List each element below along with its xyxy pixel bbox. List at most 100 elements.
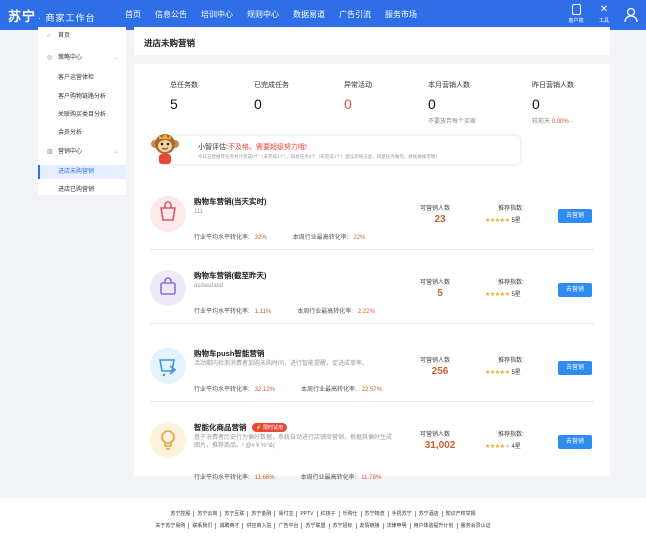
footer-link[interactable]: 苏宁互联 — [221, 511, 249, 517]
monkey-mascot-icon — [151, 134, 179, 164]
sidebar-item[interactable]: 进店未购营销 — [38, 165, 126, 179]
footer-link[interactable]: 广告平台 — [275, 523, 303, 529]
avg-rate-value: 32% — [254, 235, 267, 241]
avg-rate-value: 11.66% — [254, 475, 275, 481]
footer-row-2: 关于苏宁易购 联系我们 诚聘英才 供应商入驻 广告平台 苏宁联盟 苏宁招标 友情链接 法律申明用… — [0, 522, 646, 529]
campaign-name-row: 购物车push智能营销 — [194, 348, 264, 359]
footer-link[interactable]: PPTV — [297, 511, 318, 517]
campaign-rates: 行业平均水平转化率: 32% 本周行业最高转化率: 22% — [194, 232, 365, 241]
sidebar-item[interactable]: 客户运营体检 — [38, 71, 126, 85]
footer-link[interactable]: 苏宁联盟 — [302, 523, 330, 529]
star-icon: ★ — [504, 370, 510, 376]
nav-item[interactable]: 首页 — [118, 0, 148, 30]
star-level: 5星 — [511, 218, 521, 224]
campaign-description: 活动期内检测消费者加购未购时间，进行智能提醒，促进成单率。 — [194, 361, 369, 367]
stat-value: 0 — [344, 96, 352, 112]
footer-link[interactable]: 诚聘英才 — [216, 523, 244, 529]
avg-rate-label: 行业平均水平转化率: — [194, 475, 250, 481]
star-level: 4星 — [511, 444, 521, 450]
max-rate-label: 本周行业最高转化率: — [300, 475, 357, 481]
sidebar-item[interactable]: 会员分析 — [38, 126, 126, 140]
campaign-name: 智能化商品营销 — [194, 423, 247, 432]
client-tool[interactable]: 客户端 — [566, 4, 586, 24]
sidebar-item-label: 进店未购营销 — [58, 169, 95, 175]
logo-text: 苏宁 — [8, 9, 37, 24]
star-rating: ★★★★★ 5星 — [485, 289, 521, 298]
stat-note: 不要放弃每个买家 — [428, 119, 477, 125]
compass-icon: ◎ — [47, 55, 53, 61]
assessment-prefix: 小智评估: — [198, 144, 228, 151]
star-icon: ★ — [504, 292, 510, 298]
sidebar-item[interactable]: ▥ 营销中心 ︿ — [38, 145, 126, 159]
nav-item[interactable]: 规则中心 — [240, 0, 286, 30]
max-rate-label: 本周行业最高转化率: — [301, 387, 357, 393]
note-value: 0.00% — [551, 119, 569, 125]
sidebar-item[interactable]: 关联购买类目分析 — [38, 108, 126, 122]
index-label: 推荐指数: — [498, 358, 524, 364]
sidebar-item[interactable]: 进店已购营销 — [38, 183, 126, 197]
user-icon[interactable] — [624, 7, 638, 23]
max-rate-value: 11.78% — [361, 475, 382, 481]
footer-link[interactable]: 法律申明 — [383, 523, 411, 529]
campaign-description: 基于消费者历史行为偏好数据，系统自动进行店铺商营销，根据其偏好生成图片，推荐商品… — [194, 435, 393, 449]
footer-link[interactable]: 苏宁金融 — [248, 511, 276, 517]
max-rate-value: 22.57% — [361, 387, 383, 393]
sidebar-item[interactable]: ◎ 策略中心 ︿ — [38, 51, 126, 65]
note-prefix: 较前天 — [532, 119, 551, 125]
go-marketing-button[interactable]: 去营销 — [558, 361, 592, 375]
stat-label: 异常活动 — [344, 82, 372, 89]
cart-icon — [150, 196, 186, 232]
tools-tool[interactable]: ✕ 工具 — [594, 4, 614, 24]
campaign-list: 购物车营销(当天实时) 111 行业平均水平转化率: 32% 本周行业最高转化率: 22%… — [134, 176, 610, 481]
nav-item[interactable]: 数据易道 — [286, 0, 332, 30]
sidebar: ⌂ 首页 ◎ 策略中心 ︿ 客户运营体检 客户购物链路分析关联购买类目分析会员分析 ▥ 营销中心… — [38, 27, 126, 195]
campaign-card: 购物车营销(截至昨天) asdasdasd 行业平均水平转化率: 1.11% 本周行业最… — [150, 250, 594, 324]
footer-link[interactable]: 联系我们 — [189, 523, 217, 529]
campaign-name-row: 购物车营销(截至昨天) — [194, 270, 267, 281]
footer-link[interactable]: 红孩子 — [317, 511, 340, 517]
home-icon: ⌂ — [47, 33, 51, 39]
assessment-detail: 今日五星推荐任务共计完成0个（未完成4个），四星任务0个（未完成1个）建议您将五… — [198, 154, 440, 159]
footer-link[interactable]: 苏宁物流 — [361, 511, 389, 517]
sellable-count: 23 — [434, 214, 446, 225]
assessment-box: 小智评估:不及格。需要超级努力哦! 今日五星推荐任务共计完成0个（未完成4个），… — [151, 134, 520, 164]
footer-link[interactable]: 苏宁酒店 — [415, 511, 443, 517]
go-marketing-button[interactable]: 去营销 — [558, 435, 592, 449]
sidebar-item[interactable]: ⌂ 首页 — [38, 29, 126, 43]
footer-link[interactable]: 知识产权举报 — [443, 511, 479, 517]
sidebar-item-label: 策略中心 — [58, 55, 83, 61]
stat-note: 较前天 0.00% - — [532, 116, 574, 125]
chevron-up-icon: ︿ — [112, 55, 118, 61]
star-rating: ★★★★★ 4星 — [485, 441, 521, 450]
max-rate-value: 2.22% — [357, 309, 375, 315]
footer-link[interactable]: 手机苏宁 — [388, 511, 416, 517]
star-icon: ★ — [504, 444, 510, 450]
top-bar: 苏宁 · 商家工作台 首页 信息公告 培训中心 规则中心 数据易道 广告引流 服务市场 客户端… — [0, 0, 646, 30]
footer-link[interactable]: 乐购仕 — [339, 511, 362, 517]
footer-link[interactable]: 友情链接 — [356, 523, 384, 529]
go-marketing-button[interactable]: 去营销 — [558, 283, 592, 297]
footer-link[interactable]: 易付宝 — [275, 511, 298, 517]
tools-label: 工具 — [598, 18, 609, 24]
footer-link[interactable]: 关于苏宁易购 — [152, 523, 190, 529]
nav-item[interactable]: 培训中心 — [194, 0, 240, 30]
nav-item[interactable]: 服务市场 — [378, 0, 424, 30]
sellable-label: 可营销人数 — [420, 432, 451, 438]
star-icon: ★ — [504, 218, 510, 224]
star-level: 5星 — [511, 370, 521, 376]
footer-link[interactable]: 用户体验提升计划 — [410, 523, 458, 529]
push-cart-icon — [150, 348, 186, 384]
logo[interactable]: 苏宁 · 商家工作台 — [8, 6, 96, 25]
footer-link[interactable]: 供应商入驻 — [243, 523, 276, 529]
footer-link[interactable]: 苏宁云商 — [194, 511, 222, 517]
sidebar-item-label: 关联购买类目分析 — [58, 112, 107, 118]
footer-link[interactable]: 苏宁招标 — [329, 523, 357, 529]
footer-link[interactable]: 服务会员认证 — [458, 523, 494, 529]
footer-link[interactable]: 苏宁控股 — [167, 511, 195, 517]
nav-item[interactable]: 广告引流 — [332, 0, 378, 30]
go-marketing-button[interactable]: 去营销 — [558, 209, 592, 223]
sidebar-item[interactable]: 客户购物链路分析 — [38, 90, 126, 104]
nav-item[interactable]: 信息公告 — [148, 0, 194, 30]
phone-icon — [571, 4, 581, 15]
stat-value: 5 — [170, 96, 178, 112]
